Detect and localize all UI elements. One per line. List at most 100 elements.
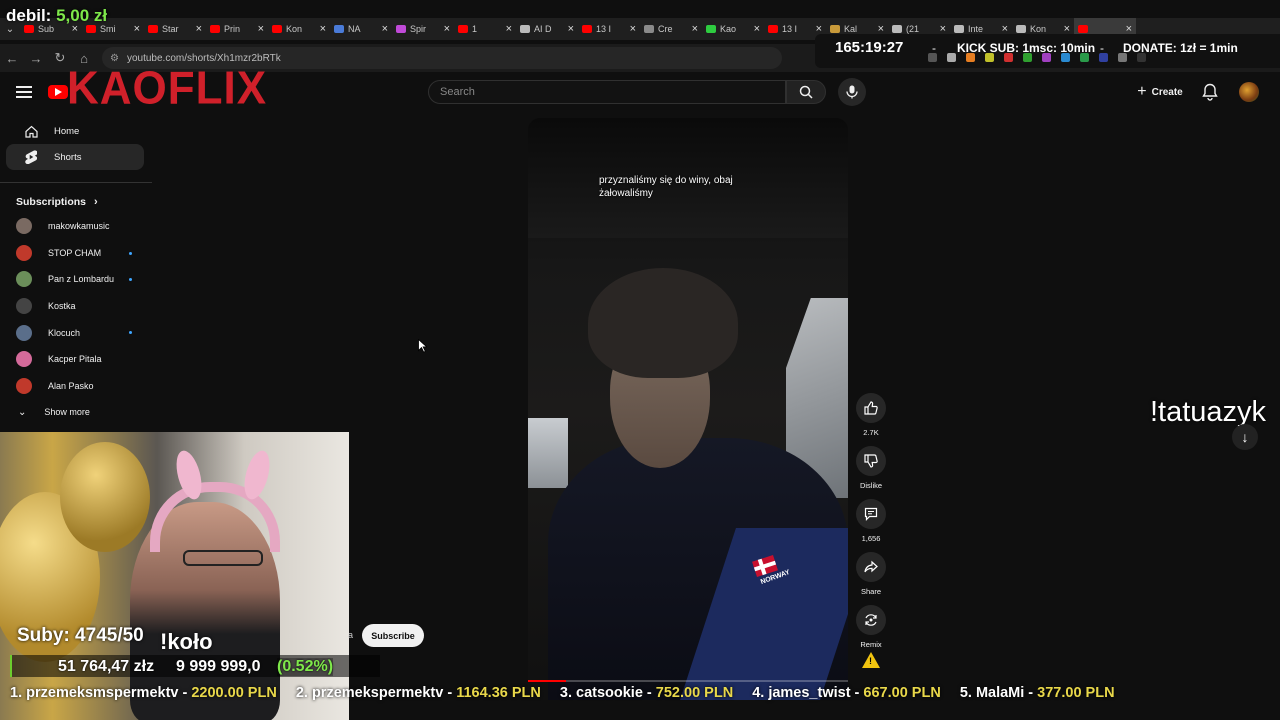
remix-button[interactable]	[856, 605, 886, 635]
sidebar-subscription-item[interactable]: STOP CHAM	[0, 240, 152, 267]
tab-title: Prin	[224, 24, 241, 34]
browser-tab[interactable]: Kao ×	[702, 18, 764, 40]
sidebar-subscription-item[interactable]: Kostka	[0, 293, 152, 320]
browser-tab[interactable]: Spir ×	[392, 18, 454, 40]
profile-icon[interactable]	[1137, 53, 1146, 62]
tab-title: Kal	[844, 24, 858, 34]
browser-tab[interactable]: Kon ×	[268, 18, 330, 40]
search-input[interactable]: Search	[428, 80, 786, 104]
extension-icon[interactable]	[1004, 53, 1013, 62]
sidebar-subscription-item[interactable]: Pan z Lombardu	[0, 266, 152, 293]
browser-tab[interactable]: AI D ×	[516, 18, 578, 40]
browser-tab[interactable]: Prin ×	[206, 18, 268, 40]
extension-icon[interactable]	[1080, 53, 1089, 62]
ticker-donor-amount: 667.00 PLN	[863, 685, 941, 701]
show-more-button[interactable]: ⌄ Show more	[0, 399, 152, 425]
share-arrow-icon	[864, 560, 878, 573]
subscriptions-list: makowkamusic STOP CHAM Pan z Lombardu Kostk…	[0, 213, 152, 399]
hamburger-menu-icon[interactable]	[16, 86, 32, 98]
remix-icon	[865, 614, 877, 626]
browser-tab[interactable]: Star ×	[144, 18, 206, 40]
ticker-separator: -	[178, 685, 192, 701]
extension-icon[interactable]	[1023, 53, 1032, 62]
browser-tab[interactable]: 13 I ×	[578, 18, 640, 40]
ticker-donor-entry: 3. catsookie - 752.00 PLN	[560, 685, 733, 701]
browser-tab[interactable]: Cre ×	[640, 18, 702, 40]
warning-exclamation-icon: !	[869, 656, 872, 666]
youtube-logo-icon[interactable]	[48, 85, 68, 99]
subscriptions-heading[interactable]: Subscriptions ›	[0, 191, 152, 213]
tab-close-icon[interactable]: ×	[506, 23, 512, 35]
donation-goal-target: 9 999 999,0	[176, 658, 261, 675]
dislike-button[interactable]	[856, 446, 886, 476]
extension-icon[interactable]	[985, 53, 994, 62]
subscription-name: STOP CHAM	[48, 247, 102, 258]
comments-button[interactable]	[856, 499, 886, 529]
tab-close-icon[interactable]: ×	[134, 23, 140, 35]
tab-close-icon[interactable]: ×	[754, 23, 760, 35]
tab-favicon-icon	[272, 25, 282, 33]
extension-icon[interactable]	[1042, 53, 1051, 62]
microphone-icon	[846, 85, 858, 99]
tab-close-icon[interactable]: ×	[382, 23, 388, 35]
subscription-name: Alan Pasko	[48, 380, 94, 391]
user-avatar[interactable]	[1239, 82, 1259, 102]
tab-favicon-icon	[830, 25, 840, 33]
tab-title: 13 I	[596, 24, 612, 34]
tab-favicon-icon	[768, 25, 778, 33]
extension-icon[interactable]	[1099, 53, 1108, 62]
next-short-button[interactable]: ↓	[1232, 424, 1258, 450]
like-button[interactable]	[856, 393, 886, 423]
back-icon[interactable]: ←	[0, 46, 24, 70]
ticker-donor-amount: 1164.36 PLN	[456, 685, 541, 701]
tab-close-icon[interactable]: ×	[444, 23, 450, 35]
share-label: Share	[860, 587, 881, 596]
sidebar-divider	[0, 182, 152, 183]
remix-label: Remix	[860, 640, 882, 649]
voice-search-button[interactable]	[838, 78, 866, 106]
tab-title: Kon	[286, 24, 303, 34]
sidebar-subscription-item[interactable]: Alan Pasko	[0, 373, 152, 400]
extension-icon[interactable]	[966, 53, 975, 62]
tab-favicon-icon	[954, 25, 964, 33]
webcam-glasses	[183, 550, 263, 566]
subscribe-button[interactable]: Subscribe	[362, 624, 424, 647]
extensions-puzzle-icon[interactable]	[1118, 53, 1127, 62]
extension-icon[interactable]	[928, 53, 937, 62]
forward-icon[interactable]: →	[24, 46, 48, 70]
browser-tab[interactable]: 1 ×	[454, 18, 516, 40]
tab-title: 1	[472, 24, 478, 34]
sidebar-subscription-item[interactable]: Kacper Pitala	[0, 346, 152, 373]
ticker-donor-name: MalaMi	[975, 685, 1025, 701]
sidebar-subscription-item[interactable]: makowkamusic	[0, 213, 152, 240]
sidebar-subscription-item[interactable]: Klocuch	[0, 319, 152, 346]
tab-close-icon[interactable]: ×	[692, 23, 698, 35]
ticker-rank: 1.	[10, 685, 23, 701]
shorts-video-player[interactable]: NORWAY przyznaliśmy się do winy, obaj ża…	[528, 118, 848, 700]
tab-close-icon[interactable]: ×	[630, 23, 636, 35]
browser-tab[interactable]: NA ×	[330, 18, 392, 40]
ticker-donor-entry: 2. przemekspermektv - 1164.36 PLN	[296, 685, 541, 701]
comments-action: 1,656	[854, 499, 888, 544]
dislike-action: Dislike	[854, 446, 888, 491]
tab-close-icon[interactable]: ×	[196, 23, 202, 35]
tab-close-icon[interactable]: ×	[258, 23, 264, 35]
mouse-cursor-icon	[418, 339, 427, 353]
ticker-separator: -	[1024, 685, 1038, 701]
tab-favicon-icon	[520, 25, 530, 33]
sidebar-item-home[interactable]: Home	[6, 118, 144, 144]
create-button[interactable]: + Create	[1128, 80, 1192, 104]
ticker-donor-entry: 1. przemeksmspermektv - 2200.00 PLN	[10, 685, 277, 701]
donation-goal-percent: (0.52%)	[277, 658, 334, 676]
tab-close-icon[interactable]: ×	[320, 23, 326, 35]
share-button[interactable]	[856, 552, 886, 582]
bookmark-star-icon[interactable]	[947, 53, 956, 62]
extension-icon[interactable]	[1061, 53, 1070, 62]
chevron-right-icon: ›	[94, 196, 98, 208]
notifications-bell-icon[interactable]	[1202, 83, 1218, 106]
sidebar-item-shorts[interactable]: Shorts	[6, 144, 144, 170]
search-button[interactable]	[786, 80, 826, 104]
share-action: Share	[854, 552, 888, 597]
tab-close-icon[interactable]: ×	[568, 23, 574, 35]
dislike-label: Dislike	[859, 481, 883, 490]
